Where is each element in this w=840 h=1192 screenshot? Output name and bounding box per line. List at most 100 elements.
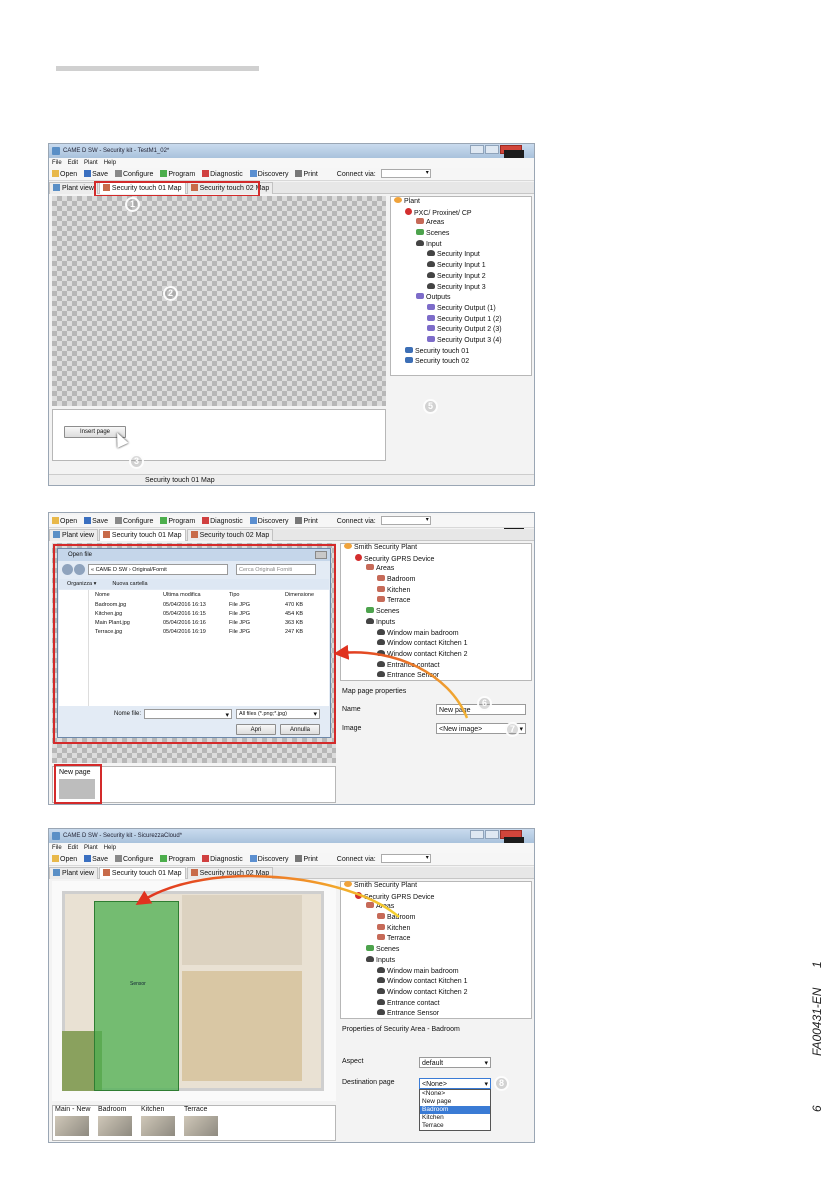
wrench-icon [115,170,122,177]
tree-item[interactable]: Security Output 1 (2) [394,314,502,326]
screenshot-3: CAME D SW - Security kit - SicurezzaClou… [48,828,535,1143]
tree-item[interactable]: Input [394,239,502,251]
tree-item[interactable]: Plant [394,197,502,208]
input-icon [416,239,424,246]
outputs-icon [416,293,424,300]
tree-item[interactable]: Areas [394,218,502,229]
menu-plant[interactable]: Plant [84,160,98,166]
step-marker-3: 3 [129,454,144,469]
step-marker-1: 1 [125,197,140,212]
tree-item[interactable]: Security Input 2 [394,271,502,283]
print-label: Print [303,171,318,178]
tree-item-label: Plant [404,198,420,205]
output-icon [427,314,435,321]
tree-item-label: Areas [426,219,445,227]
menu-file[interactable]: File [52,160,62,166]
tree-item[interactable]: Security Input [394,250,502,261]
footer-doc-code: FA00431-EN [810,987,824,1056]
tree-item[interactable]: Scenes [394,229,502,240]
discovery-icon [249,170,257,177]
app-icon [52,147,60,155]
tree-item-label: Security Output 3 (4) [437,336,502,344]
open-button[interactable]: Open [52,168,77,181]
input-icon [427,250,435,257]
output-icon [427,303,435,310]
diagnostic-icon [202,170,210,177]
discovery-button[interactable]: Discovery [249,168,289,181]
tree-item[interactable]: Security touch 01 [394,346,502,358]
connect-via-select[interactable] [380,167,431,180]
print-button[interactable]: Print [295,168,318,181]
tree-item-label: Scenes [426,230,450,238]
menu-edit[interactable]: Edit [68,160,78,166]
discovery-label: Discovery [257,171,289,178]
plant-icon [394,197,402,203]
device-icon [405,207,412,215]
diagnostic-button[interactable]: Diagnostic [202,168,243,181]
minimize-icon[interactable] [470,145,484,154]
tree-item-label: Outputs [426,294,451,302]
touch-icon [405,346,413,353]
tree-item[interactable]: Security Output 3 (4) [394,335,502,347]
maximize-icon[interactable] [485,145,499,154]
footer-revision: 1 [810,961,824,968]
tree-item[interactable]: Outputs [394,293,502,304]
touch-icon [405,357,413,364]
footer-page-number: 6 [810,1105,824,1112]
plant-view-icon [53,184,60,191]
tree-item[interactable]: Security Output (1) [394,303,502,315]
output-icon [427,335,435,342]
arrow-image-to-dialog [333,644,469,719]
open-label: Open [60,171,78,178]
tree-item[interactable]: Security Input 1 [394,261,502,272]
step-marker-5: 5 [423,399,438,414]
areas-icon [416,218,424,225]
screenshot-1: CAME D SW - Security kit - TestM1_02* Fi… [48,143,535,486]
tree-item-label: PXC/ Proxinet/ CP [414,209,472,217]
tree-item[interactable]: PXC/ Proxinet/ CP [394,207,502,219]
tree-item[interactable]: Security touch 02 [394,357,502,368]
tree-item-label: Security Input 2 [437,272,486,280]
input-icon [427,282,435,289]
plant-tree: Plant PXC/ Proxinet/ CP Areas Scenes Input Se… [394,197,502,368]
map-canvas[interactable] [52,196,386,406]
tree-item[interactable]: Security Input 3 [394,282,502,294]
tab-label: Plant view [62,185,94,192]
program-button[interactable]: Program [160,168,195,181]
input-icon [427,261,435,268]
tree-item-label: Security Input 3 [437,283,486,291]
input-icon [427,271,435,278]
configure-label: Configure [123,171,154,178]
arrow-path [333,644,469,719]
save-button[interactable]: Save [84,168,108,181]
save-label: Save [92,171,109,178]
arrow-path [135,874,400,918]
tree-item-label: Security Output 1 (2) [437,315,502,323]
tab-plant-view[interactable]: Plant view [49,182,98,194]
window-titlebar: CAME D SW - Security kit - TestM1_02* [49,144,534,158]
save-icon [84,170,92,177]
menu-bar: File Edit Plant Help [49,158,534,168]
step-marker-2: 2 [163,286,178,301]
tree-item-label: Security touch 01 [415,347,470,355]
header-rule [56,66,259,71]
status-text: Security touch 01 Map [145,477,215,484]
arrow-area-to-map [135,874,400,918]
scenes-icon [416,229,424,236]
configure-button[interactable]: Configure [115,168,153,181]
status-bar: Security touch 01 Map [49,474,534,485]
tabs-highlight [94,181,260,197]
tree-item-label: Security touch 02 [415,358,470,366]
diagnostic-label: Diagnostic [210,171,243,178]
program-icon [160,170,168,177]
output-icon [427,325,435,332]
menu-help[interactable]: Help [104,160,116,166]
tree-item-label: Input [426,240,442,248]
tree-item-label: Security Output (1) [437,304,496,312]
program-label: Program [168,171,196,178]
tree-item-label: Security Input 1 [437,262,486,270]
printer-icon [295,170,303,177]
window-title: CAME D SW - Security kit - TestM1_02* [63,148,170,154]
tree-item[interactable]: Security Output 2 (3) [394,325,502,336]
toolbar: Open Save Configure Program Diagnostic D… [49,167,534,181]
